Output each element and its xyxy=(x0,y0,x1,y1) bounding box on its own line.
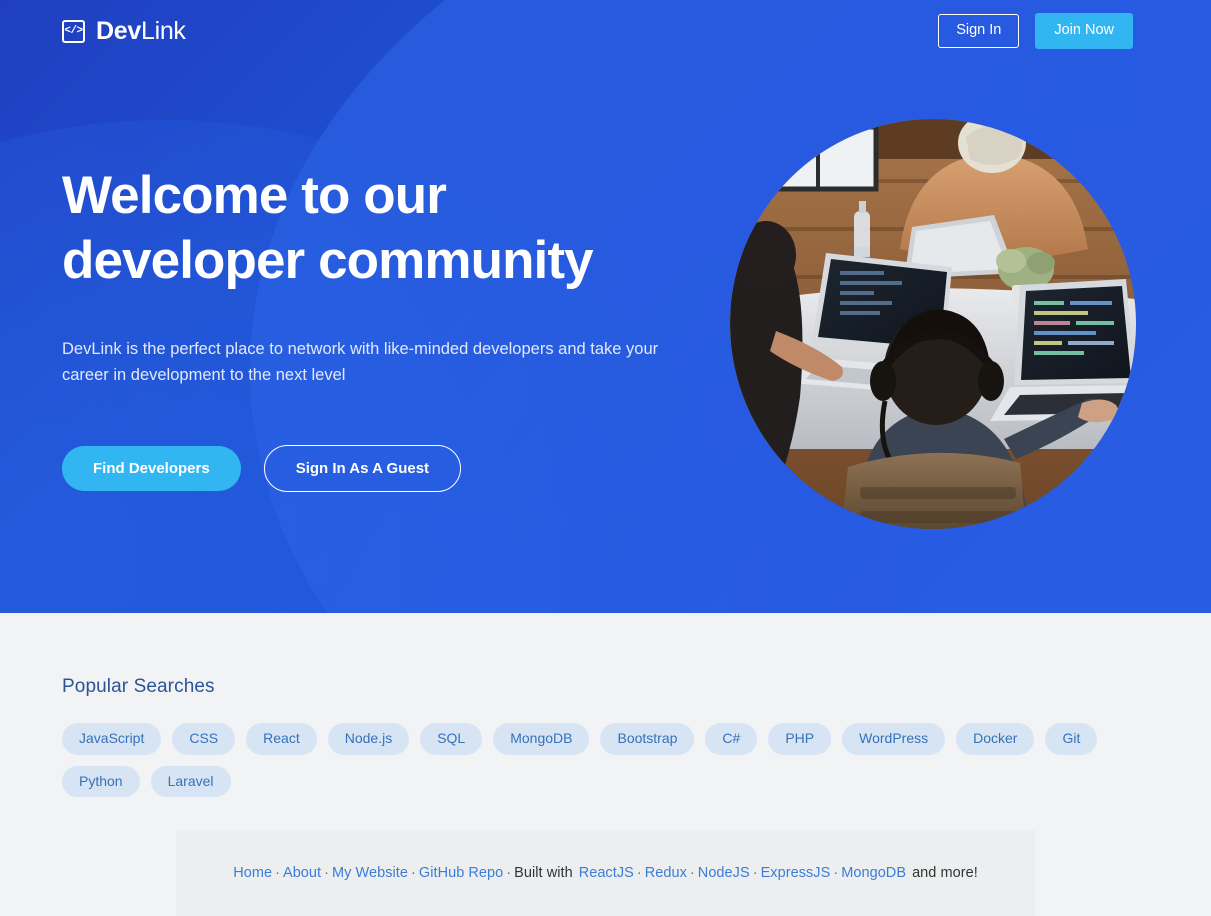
brand-name-bold: Dev xyxy=(96,16,141,45)
hero-section: </> DevLink Sign In Join Now Welcome to … xyxy=(0,0,1211,613)
footer-separator: · xyxy=(833,865,839,881)
footer-link-row: Home · About · My Website · GitHub Repo · Built … xyxy=(233,865,978,881)
footer-separator: · xyxy=(324,865,330,881)
popular-searches-heading: Popular Searches xyxy=(62,676,215,697)
search-tag[interactable]: C# xyxy=(705,723,758,755)
hero-text-column: Welcome to our developer community DevLi… xyxy=(62,62,702,493)
search-tag[interactable]: SQL xyxy=(420,723,483,755)
footer-built-with-label: Built with xyxy=(514,865,573,881)
search-tag[interactable]: PHP xyxy=(768,723,832,755)
code-brackets-icon: </> xyxy=(62,19,85,43)
footer-link-mongodb[interactable]: MongoDB xyxy=(841,865,906,881)
footer-link-about[interactable]: About xyxy=(283,865,321,881)
search-tag[interactable]: JavaScript xyxy=(62,723,162,755)
developers-working-photo xyxy=(730,119,1136,529)
hero-subtitle: DevLink is the perfect place to network … xyxy=(62,340,659,384)
join-now-button[interactable]: Join Now xyxy=(1035,13,1133,49)
footer-link-nodejs[interactable]: NodeJS xyxy=(698,865,750,881)
brand-logo[interactable]: </> DevLink xyxy=(62,17,186,46)
footer-separator: · xyxy=(636,865,642,881)
footer-link-redux[interactable]: Redux xyxy=(645,865,687,881)
footer-band: Home · About · My Website · GitHub Repo · Built … xyxy=(176,830,1035,916)
search-tag[interactable]: Laravel xyxy=(150,765,231,797)
footer-link-github-repo[interactable]: GitHub Repo xyxy=(419,865,503,881)
search-tag[interactable]: Docker xyxy=(956,723,1035,755)
page-title: Welcome to our developer community xyxy=(62,164,622,293)
search-tag[interactable]: Node.js xyxy=(327,723,410,755)
search-tag[interactable]: Python xyxy=(62,765,140,797)
footer-separator: · xyxy=(275,865,280,881)
find-developers-button[interactable]: Find Developers xyxy=(62,446,241,492)
search-tag[interactable]: Bootstrap xyxy=(600,723,695,755)
hero-title-line-1: Welcome to our xyxy=(62,166,447,225)
search-tag[interactable]: Git xyxy=(1045,723,1098,755)
footer-separator: · xyxy=(689,865,695,881)
footer-separator: · xyxy=(411,865,416,881)
footer-and-more-label: and more! xyxy=(912,865,978,881)
footer: Home · About · My Website · GitHub Repo · Built … xyxy=(0,830,1211,916)
hero-cta-group: Find Developers Sign In As A Guest xyxy=(62,445,702,493)
search-tag[interactable]: CSS xyxy=(172,723,236,755)
brand-name-light: Link xyxy=(140,16,186,45)
search-tag[interactable]: React xyxy=(246,723,317,755)
brand-name: DevLink xyxy=(96,17,186,46)
nav-actions: Sign In Join Now xyxy=(938,13,1133,49)
footer-separator: · xyxy=(752,865,758,881)
hero-photo xyxy=(730,119,1136,529)
footer-link-my-website[interactable]: My Website xyxy=(332,865,408,881)
top-navigation-bar: </> DevLink Sign In Join Now xyxy=(0,0,1211,62)
search-tag[interactable]: MongoDB xyxy=(493,723,590,755)
footer-link-expressjs[interactable]: ExpressJS xyxy=(761,865,831,881)
popular-searches-tag-list: JavaScript CSS React Node.js SQL MongoDB… xyxy=(62,723,1149,797)
search-tag[interactable]: WordPress xyxy=(842,723,946,755)
hero-title-line-2: developer community xyxy=(62,230,594,290)
footer-link-reactjs[interactable]: ReactJS xyxy=(579,865,634,881)
popular-searches-section: Popular Searches JavaScript CSS React No… xyxy=(0,613,1211,830)
footer-link-home[interactable]: Home xyxy=(233,865,272,881)
footer-separator: · xyxy=(506,865,512,881)
sign-in-button[interactable]: Sign In xyxy=(938,14,1020,48)
sign-in-as-guest-button[interactable]: Sign In As A Guest xyxy=(263,445,462,493)
